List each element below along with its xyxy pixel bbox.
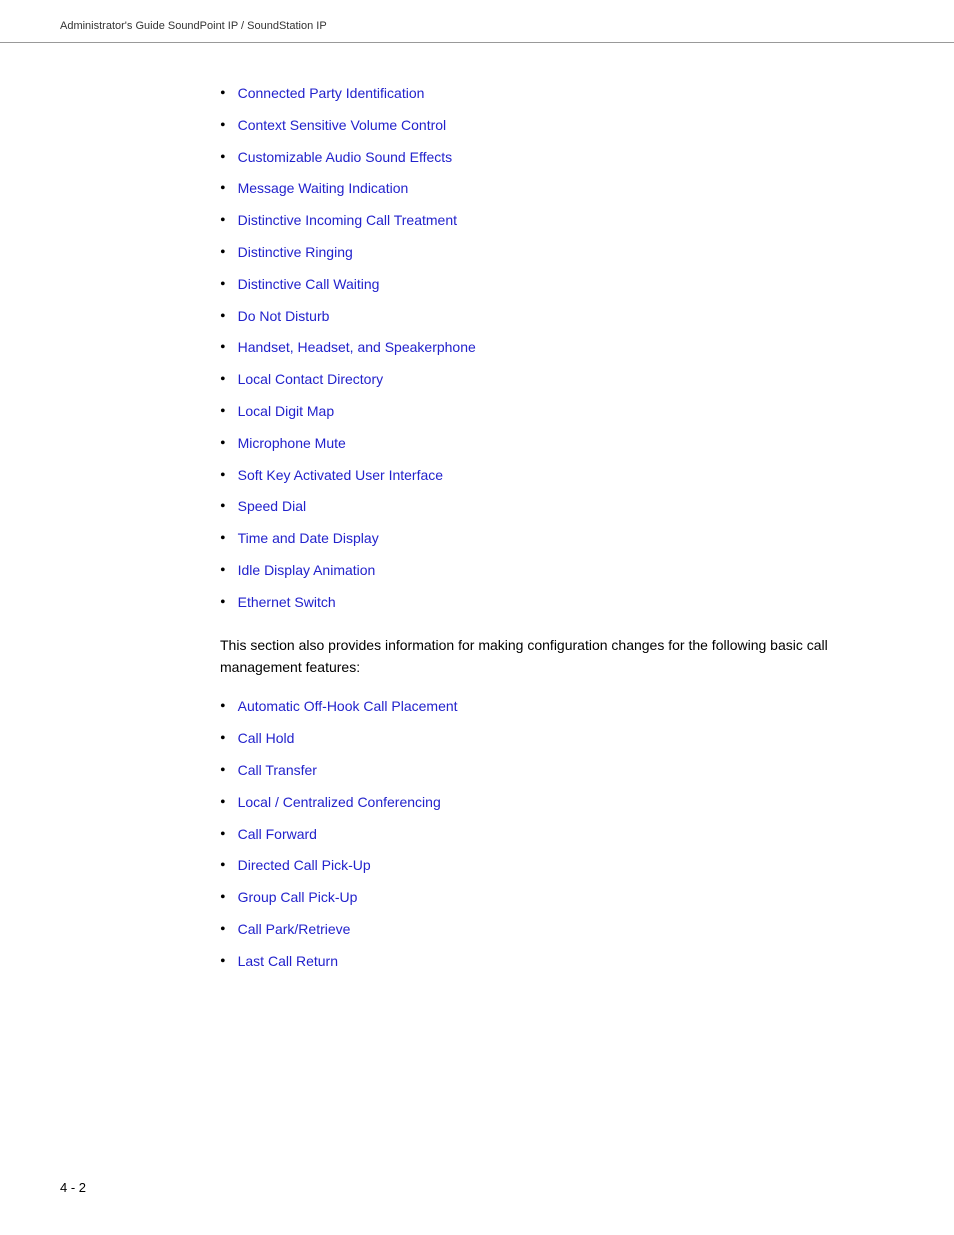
bullet-icon: • <box>220 275 226 296</box>
feature-link[interactable]: Group Call Pick-Up <box>238 887 358 908</box>
content-area: • Connected Party Identification • Context … <box>0 73 954 1053</box>
feature-link[interactable]: Directed Call Pick-Up <box>238 855 371 876</box>
bullet-icon: • <box>220 370 226 391</box>
feature-link[interactable]: Local Contact Directory <box>238 369 384 390</box>
list-item: • Speed Dial <box>220 496 894 518</box>
bullet-icon: • <box>220 793 226 814</box>
feature-list-1: • Connected Party Identification • Context … <box>220 83 894 614</box>
feature-link[interactable]: Customizable Audio Sound Effects <box>238 147 453 168</box>
bullet-icon: • <box>220 148 226 169</box>
list-item: • Call Park/Retrieve <box>220 919 894 941</box>
feature-link[interactable]: Idle Display Animation <box>238 560 376 581</box>
header-text: Administrator's Guide SoundPoint IP / So… <box>60 20 327 32</box>
bullet-icon: • <box>220 402 226 423</box>
feature-link[interactable]: Call Park/Retrieve <box>238 919 351 940</box>
list-item: • Context Sensitive Volume Control <box>220 115 894 137</box>
bullet-icon: • <box>220 593 226 614</box>
feature-link[interactable]: Soft Key Activated User Interface <box>238 465 443 486</box>
feature-link[interactable]: Call Transfer <box>238 760 317 781</box>
feature-link[interactable]: Call Hold <box>238 728 295 749</box>
bullet-icon: • <box>220 211 226 232</box>
list-item: • Do Not Disturb <box>220 306 894 328</box>
feature-link[interactable]: Distinctive Call Waiting <box>238 274 380 295</box>
feature-link[interactable]: Connected Party Identification <box>238 83 425 104</box>
feature-link[interactable]: Local / Centralized Conferencing <box>238 792 441 813</box>
feature-link[interactable]: Automatic Off-Hook Call Placement <box>238 696 458 717</box>
list-item: • Message Waiting Indication <box>220 178 894 200</box>
feature-link[interactable]: Handset, Headset, and Speakerphone <box>238 337 476 358</box>
list-item: • Call Hold <box>220 728 894 750</box>
bullet-icon: • <box>220 888 226 909</box>
feature-link[interactable]: Do Not Disturb <box>238 306 330 327</box>
bullet-icon: • <box>220 697 226 718</box>
list-item: • Call Forward <box>220 824 894 846</box>
feature-list-2: • Automatic Off-Hook Call Placement • Call … <box>220 696 894 972</box>
list-item: • Ethernet Switch <box>220 592 894 614</box>
list-item: • Customizable Audio Sound Effects <box>220 147 894 169</box>
bullet-icon: • <box>220 529 226 550</box>
list-item: • Distinctive Incoming Call Treatment <box>220 210 894 232</box>
feature-link[interactable]: Microphone Mute <box>238 433 346 454</box>
bullet-icon: • <box>220 434 226 455</box>
intro-paragraph: This section also provides information f… <box>220 634 894 679</box>
feature-link[interactable]: Ethernet Switch <box>238 592 336 613</box>
list-item: • Distinctive Ringing <box>220 242 894 264</box>
feature-link[interactable]: Call Forward <box>238 824 317 845</box>
feature-link[interactable]: Distinctive Incoming Call Treatment <box>238 210 457 231</box>
list-item: • Last Call Return <box>220 951 894 973</box>
list-item: • Local Digit Map <box>220 401 894 423</box>
list-item: • Call Transfer <box>220 760 894 782</box>
feature-link[interactable]: Distinctive Ringing <box>238 242 353 263</box>
list-item: • Distinctive Call Waiting <box>220 274 894 296</box>
bullet-icon: • <box>220 825 226 846</box>
page-header: Administrator's Guide SoundPoint IP / So… <box>0 0 954 43</box>
bullet-icon: • <box>220 561 226 582</box>
list-item: • Microphone Mute <box>220 433 894 455</box>
feature-link[interactable]: Message Waiting Indication <box>238 178 409 199</box>
bullet-icon: • <box>220 729 226 750</box>
bullet-icon: • <box>220 243 226 264</box>
list-item: • Directed Call Pick-Up <box>220 855 894 877</box>
list-item: • Connected Party Identification <box>220 83 894 105</box>
list-item: • Local / Centralized Conferencing <box>220 792 894 814</box>
feature-link[interactable]: Local Digit Map <box>238 401 335 422</box>
page-number: 4 - 2 <box>60 1180 86 1195</box>
bullet-icon: • <box>220 952 226 973</box>
bullet-icon: • <box>220 761 226 782</box>
bullet-icon: • <box>220 466 226 487</box>
feature-link[interactable]: Speed Dial <box>238 496 307 517</box>
list-item: • Soft Key Activated User Interface <box>220 465 894 487</box>
list-item: • Time and Date Display <box>220 528 894 550</box>
feature-link[interactable]: Time and Date Display <box>238 528 379 549</box>
bullet-icon: • <box>220 856 226 877</box>
bullet-icon: • <box>220 307 226 328</box>
bullet-icon: • <box>220 84 226 105</box>
list-item: • Group Call Pick-Up <box>220 887 894 909</box>
bullet-icon: • <box>220 920 226 941</box>
list-item: • Handset, Headset, and Speakerphone <box>220 337 894 359</box>
bullet-icon: • <box>220 497 226 518</box>
bullet-icon: • <box>220 179 226 200</box>
feature-link[interactable]: Context Sensitive Volume Control <box>238 115 447 136</box>
page-container: Administrator's Guide SoundPoint IP / So… <box>0 0 954 1235</box>
list-item: • Idle Display Animation <box>220 560 894 582</box>
list-item: • Automatic Off-Hook Call Placement <box>220 696 894 718</box>
feature-link[interactable]: Last Call Return <box>238 951 338 972</box>
bullet-icon: • <box>220 338 226 359</box>
list-item: • Local Contact Directory <box>220 369 894 391</box>
bullet-icon: • <box>220 116 226 137</box>
